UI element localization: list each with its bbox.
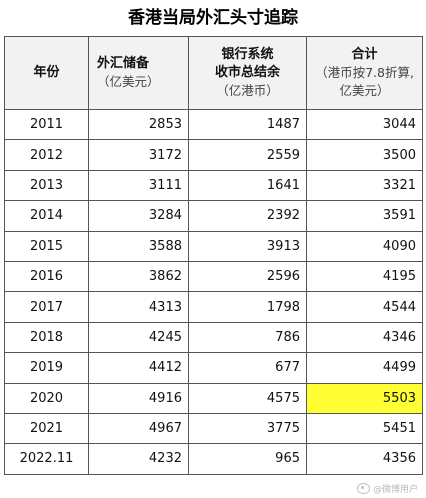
cell-fx: 4916 xyxy=(88,382,189,414)
fx-position-table: 年份 外汇储备 （亿美元） 银行系统 收市总结余 （亿港币） 合计 （港币按7.… xyxy=(4,36,423,475)
cell-year: 2021 xyxy=(4,412,89,445)
cell-bank: 2596 xyxy=(188,260,307,293)
cell-total: 3500 xyxy=(306,139,423,171)
table-row: 2012 3172 2559 3500 xyxy=(4,139,423,171)
cell-year: 2022.11 xyxy=(4,443,89,475)
table-row: 2017 4313 1798 4544 xyxy=(4,291,423,323)
table-row: 2013 3111 1641 3321 xyxy=(4,169,423,202)
cell-total: 4499 xyxy=(306,352,423,384)
cell-bank: 2559 xyxy=(188,139,307,171)
table-row: 2011 2853 1487 3044 xyxy=(4,108,423,141)
table-row: 2015 3588 3913 4090 xyxy=(4,230,423,262)
cell-fx: 3862 xyxy=(88,260,189,293)
cell-year: 2020 xyxy=(4,382,89,414)
header-fx-reserves: 外汇储备 （亿美元） xyxy=(88,36,189,110)
cell-bank: 4575 xyxy=(188,382,307,414)
header-fx-label: 外汇储备 xyxy=(97,56,150,71)
weibo-logo-icon xyxy=(356,483,370,494)
cell-bank: 1487 xyxy=(188,108,307,141)
header-total-note-2: 亿美元） xyxy=(339,83,390,98)
cell-bank: 3913 xyxy=(188,230,307,262)
cell-bank: 3775 xyxy=(188,412,307,445)
header-year-label: 年份 xyxy=(33,65,60,80)
cell-fx: 4967 xyxy=(88,412,189,445)
cell-fx: 4412 xyxy=(88,352,189,384)
cell-total: 4195 xyxy=(306,260,423,293)
cell-year: 2012 xyxy=(4,139,89,171)
header-bank-unit: （亿港币） xyxy=(216,83,279,98)
cell-year: 2014 xyxy=(4,200,89,232)
cell-year: 2019 xyxy=(4,352,89,384)
header-bank-label-2: 收市总结余 xyxy=(214,65,280,80)
cell-fx: 3588 xyxy=(88,230,189,262)
header-total-note-1: （港币按7.8折算, xyxy=(315,65,414,80)
header-total: 合计 （港币按7.8折算, 亿美元） xyxy=(306,36,423,110)
table-row: 2018 4245 786 4346 xyxy=(4,321,423,354)
cell-bank: 1641 xyxy=(188,169,307,202)
header-row: 年份 外汇储备 （亿美元） 银行系统 收市总结余 （亿港币） 合计 （港币按7.… xyxy=(4,36,423,110)
cell-total: 3321 xyxy=(306,169,423,202)
cell-fx: 4232 xyxy=(88,443,189,475)
watermark-text: @微博用户 xyxy=(372,485,418,495)
header-bank-balance: 银行系统 收市总结余 （亿港币） xyxy=(188,36,307,110)
cell-bank: 2392 xyxy=(188,200,307,232)
cell-fx: 3172 xyxy=(88,139,189,171)
cell-year: 2015 xyxy=(4,230,89,262)
table-title: 香港当局外汇头寸追踪 xyxy=(128,8,298,28)
header-year: 年份 xyxy=(4,36,89,110)
cell-year: 2013 xyxy=(4,169,89,202)
cell-year: 2018 xyxy=(4,321,89,354)
cell-total: 4544 xyxy=(306,291,423,323)
table-row: 2014 3284 2392 3591 xyxy=(4,200,423,232)
cell-total: 3044 xyxy=(306,108,423,141)
table-row: 2021 4967 3775 5451 xyxy=(4,412,423,445)
header-bank-label-1: 银行系统 xyxy=(221,47,274,62)
table-row: 2019 4412 677 4499 xyxy=(4,352,423,384)
cell-fx: 4313 xyxy=(88,291,189,323)
cell-fx: 2853 xyxy=(88,108,189,141)
cell-fx: 3111 xyxy=(88,169,189,202)
cell-total: 3591 xyxy=(306,200,423,232)
cell-total-highlighted: 5503 xyxy=(306,382,423,414)
cell-bank: 1798 xyxy=(188,291,307,323)
cell-bank: 677 xyxy=(188,352,307,384)
cell-total: 5451 xyxy=(306,412,423,445)
cell-year: 2016 xyxy=(4,260,89,293)
cell-total: 4356 xyxy=(306,443,423,475)
header-fx-unit: （亿美元） xyxy=(97,74,160,89)
cell-year: 2011 xyxy=(4,108,89,141)
header-total-label: 合计 xyxy=(351,47,378,62)
weibo-watermark: @微博用户 xyxy=(356,482,418,495)
cell-bank: 786 xyxy=(188,321,307,354)
table-row: 2016 3862 2596 4195 xyxy=(4,260,423,293)
table-row: 2020 4916 4575 5503 xyxy=(4,382,423,414)
cell-fx: 4245 xyxy=(88,321,189,354)
cell-year: 2017 xyxy=(4,291,89,323)
cell-bank: 965 xyxy=(188,443,307,475)
cell-fx: 3284 xyxy=(88,200,189,232)
table-row: 2022.11 4232 965 4356 xyxy=(4,443,423,475)
cell-total: 4090 xyxy=(306,230,423,262)
cell-total: 4346 xyxy=(306,321,423,354)
